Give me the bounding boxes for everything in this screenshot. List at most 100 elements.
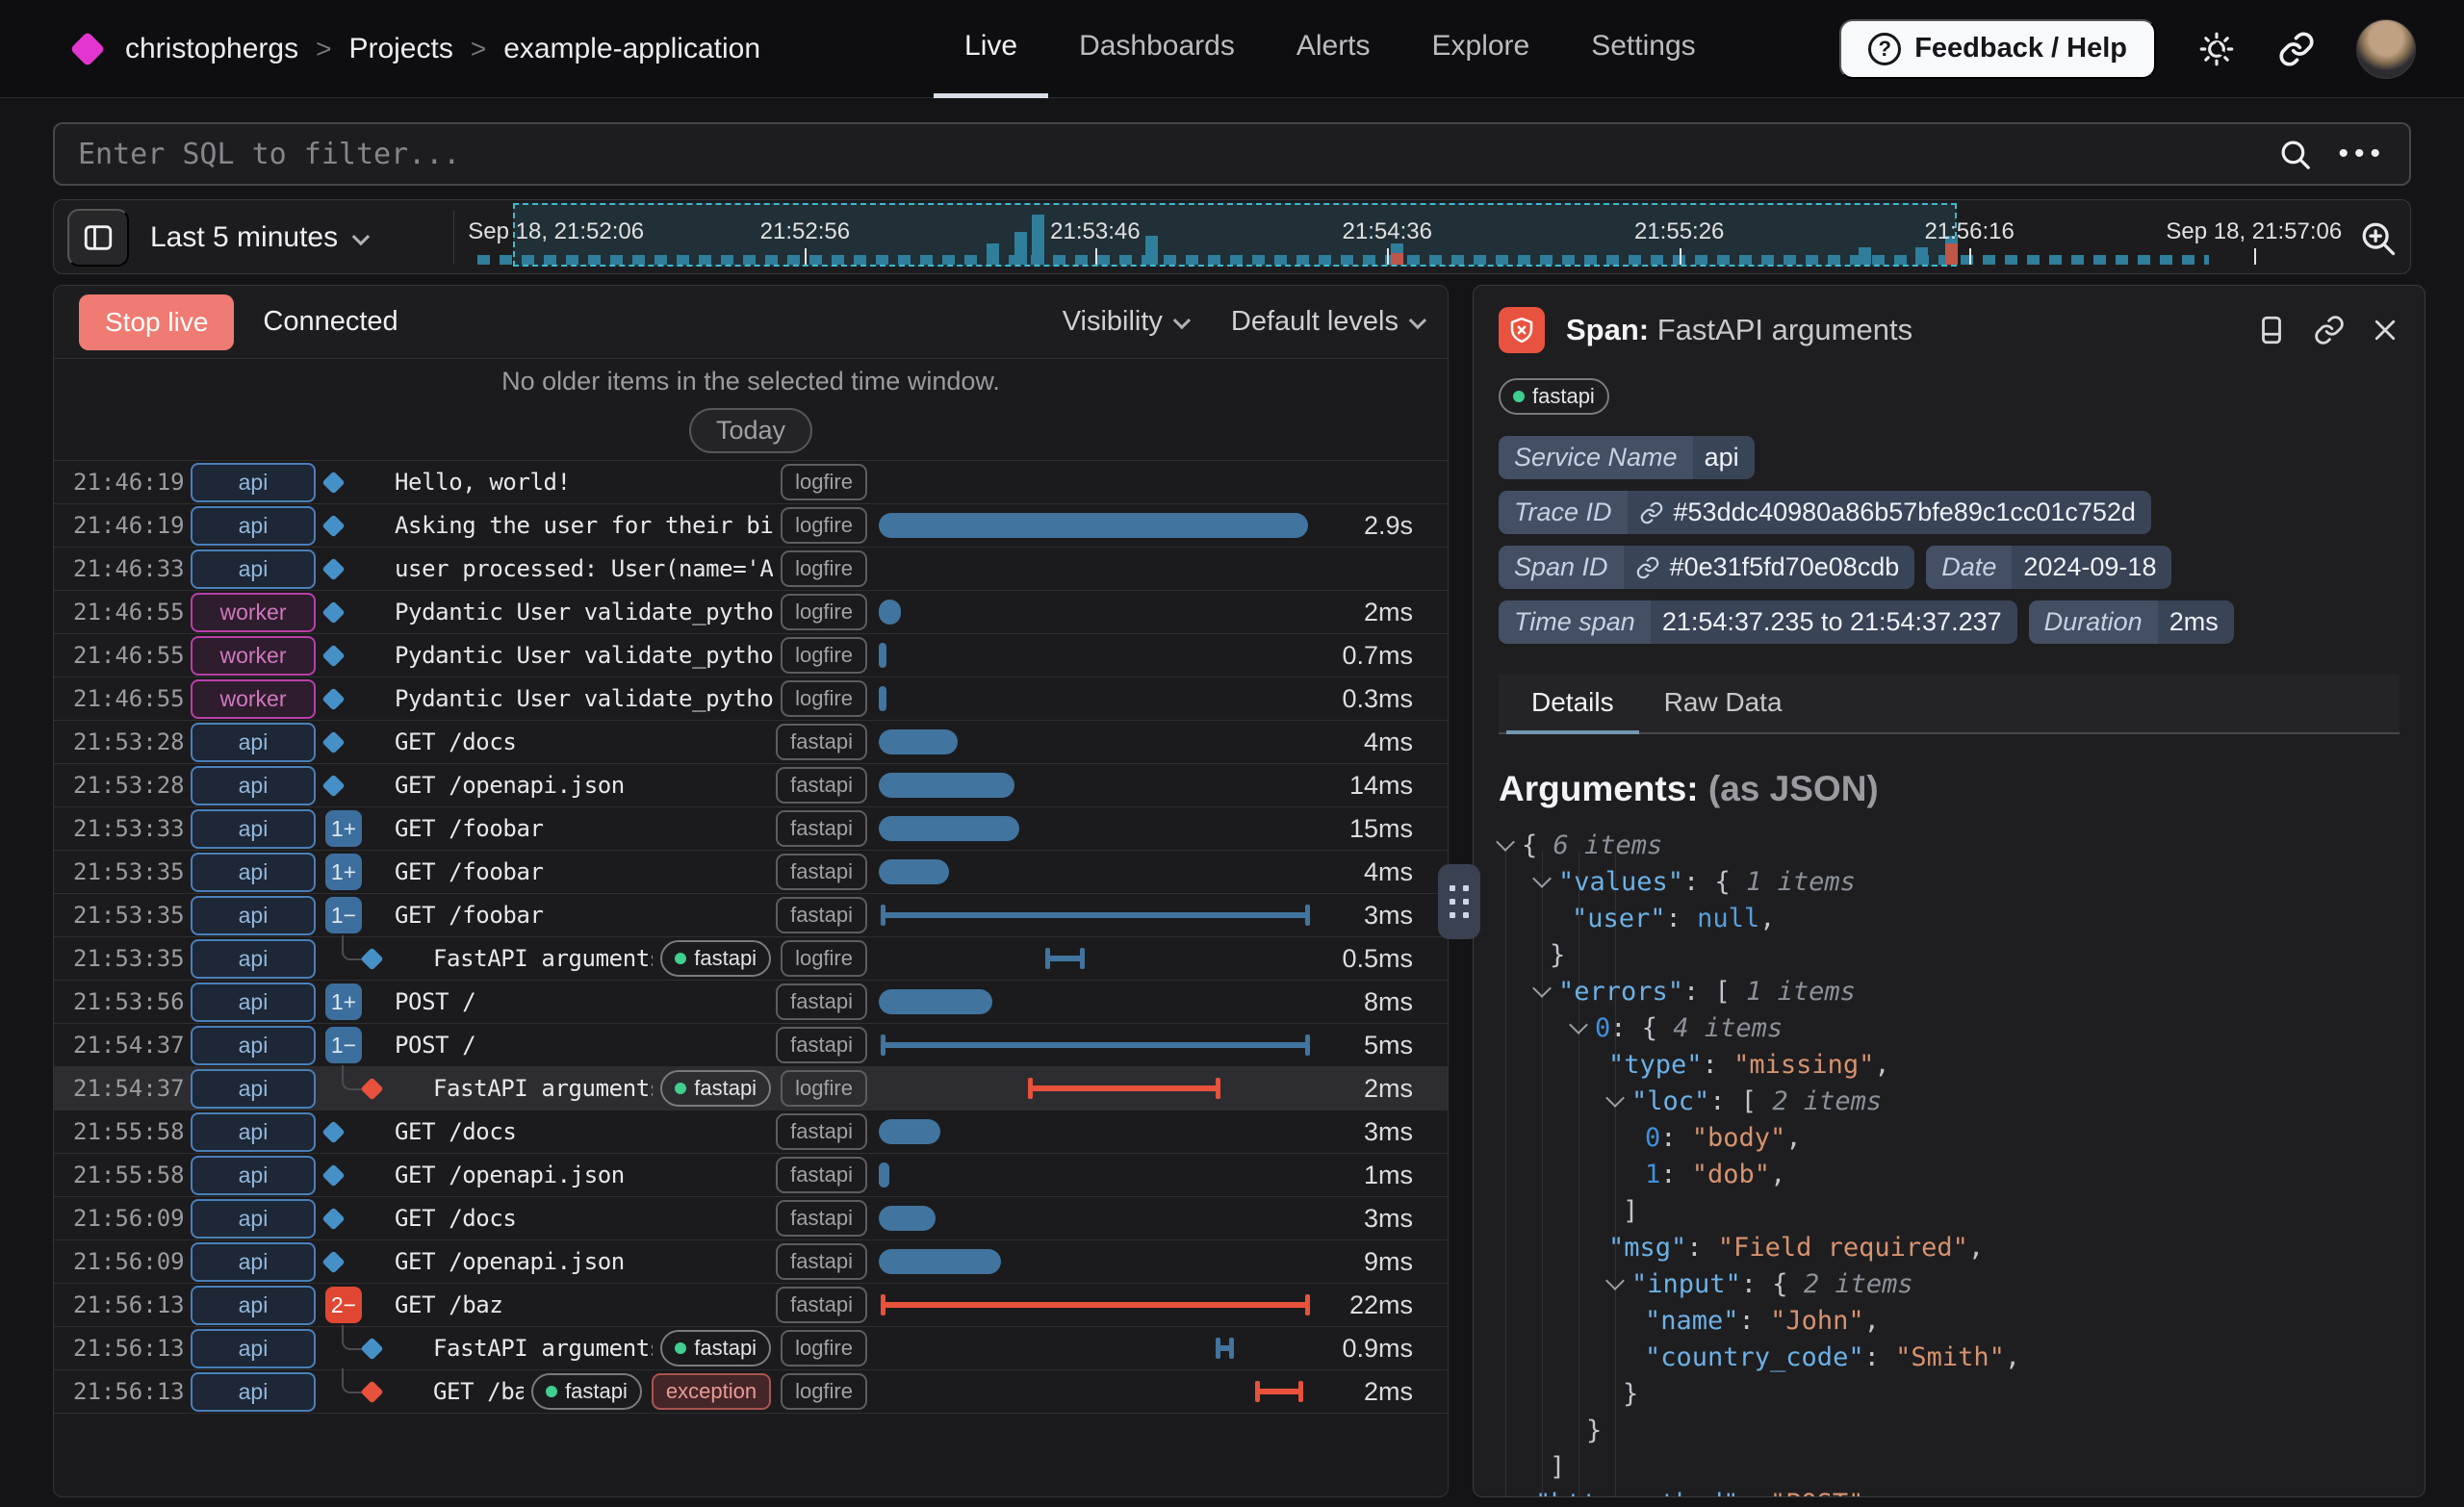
tag-pill-exception[interactable]: exception xyxy=(652,1373,771,1410)
service-badge-api[interactable]: api xyxy=(191,463,316,502)
json-line[interactable]: } xyxy=(1499,1412,2400,1448)
trace-row[interactable]: 21:54:37api1−POST /fastapi5ms xyxy=(54,1024,1448,1067)
service-badge-api[interactable]: api xyxy=(191,1199,316,1239)
json-line[interactable]: "country_code": "Smith", xyxy=(1499,1339,2400,1375)
json-line[interactable]: "errors": [ 1 items xyxy=(1499,973,2400,1009)
service-badge-api[interactable]: api xyxy=(191,983,316,1022)
chevron-down-icon[interactable] xyxy=(1496,832,1515,852)
trace-row[interactable]: 21:56:13api2−GET /bazfastapi22ms xyxy=(54,1284,1448,1327)
trace-row[interactable]: 21:56:13apiGET /baz (fofastapiexceptionl… xyxy=(54,1370,1448,1414)
time-range-dropdown[interactable]: Last 5 minutes xyxy=(150,200,366,275)
service-badge-worker[interactable]: worker xyxy=(191,679,316,719)
json-line[interactable]: } xyxy=(1499,1375,2400,1412)
trace-row[interactable]: 21:55:58apiGET /openapi.jsonfastapi1ms xyxy=(54,1154,1448,1197)
json-line[interactable]: "input": { 2 items xyxy=(1499,1265,2400,1302)
json-line[interactable]: 0: { 4 items xyxy=(1499,1009,2400,1046)
service-badge-api[interactable]: api xyxy=(191,809,316,849)
tag-pill-logfire[interactable]: logfire xyxy=(781,940,867,977)
json-line[interactable]: } xyxy=(1499,936,2400,973)
trace-row[interactable]: 21:53:28apiGET /docsfastapi4ms xyxy=(54,721,1448,764)
service-badge-api[interactable]: api xyxy=(191,506,316,546)
tag-pill-logfire[interactable]: logfire xyxy=(781,1070,867,1107)
tab-raw-data[interactable]: Raw Data xyxy=(1639,675,1808,734)
tag-pill-fastapi[interactable]: fastapi xyxy=(776,810,867,847)
json-line[interactable]: 0: "body", xyxy=(1499,1119,2400,1156)
json-line[interactable]: "user": null, xyxy=(1499,900,2400,936)
metadata-chip-span-id[interactable]: Span ID#0e31f5fd70e08cdb xyxy=(1499,546,1914,589)
today-button[interactable]: Today xyxy=(689,408,812,453)
service-badge-api[interactable]: api xyxy=(191,549,316,589)
panel-resize-handle[interactable] xyxy=(1438,864,1480,939)
chevron-down-icon[interactable] xyxy=(1532,869,1552,888)
tag-pill-fastapi[interactable]: fastapi xyxy=(776,767,867,804)
chevron-down-icon[interactable] xyxy=(1605,1088,1625,1108)
tag-pill-fastapi[interactable]: fastapi xyxy=(660,940,771,977)
tag-pill-fastapi[interactable]: fastapi xyxy=(776,983,867,1020)
json-line[interactable]: 1: "dob", xyxy=(1499,1156,2400,1192)
service-badge-worker[interactable]: worker xyxy=(191,593,316,632)
expand-toggle[interactable]: 1+ xyxy=(325,983,362,1020)
trace-row[interactable]: 21:46:55workerPydantic User validate_pyt… xyxy=(54,634,1448,677)
default-levels-dropdown[interactable]: Default levels xyxy=(1231,306,1423,338)
breadcrumb-item-1[interactable]: Projects xyxy=(348,33,452,65)
json-line[interactable]: ] xyxy=(1499,1448,2400,1485)
trace-row[interactable]: 21:46:19apiAsking the user for their bir… xyxy=(54,504,1448,548)
user-avatar[interactable] xyxy=(2356,19,2416,79)
service-badge-api[interactable]: api xyxy=(191,853,316,892)
tag-pill-logfire[interactable]: logfire xyxy=(781,550,867,587)
tab-settings[interactable]: Settings xyxy=(1560,0,1726,98)
json-line[interactable]: "name": "John", xyxy=(1499,1302,2400,1339)
trace-row[interactable]: 21:54:37apiFastAPI argumentsfastapilogfi… xyxy=(54,1067,1448,1111)
service-badge-api[interactable]: api xyxy=(191,939,316,979)
chevron-down-icon[interactable] xyxy=(1605,1271,1625,1290)
expand-toggle[interactable]: 2− xyxy=(325,1287,362,1323)
tag-pill-fastapi[interactable]: fastapi xyxy=(776,1200,867,1237)
tag-pill-fastapi[interactable]: fastapi xyxy=(776,724,867,760)
service-badge-api[interactable]: api xyxy=(191,1372,316,1412)
service-badge-api[interactable]: api xyxy=(191,766,316,805)
more-options-icon[interactable]: ••• xyxy=(2338,138,2386,170)
trace-row[interactable]: 21:55:58apiGET /docsfastapi3ms xyxy=(54,1111,1448,1154)
expand-toggle[interactable]: 1+ xyxy=(325,810,362,847)
chevron-down-icon[interactable] xyxy=(1532,979,1552,998)
tag-pill-fastapi[interactable]: fastapi xyxy=(660,1070,771,1107)
json-line[interactable]: "values": { 1 items xyxy=(1499,863,2400,900)
service-tag-pill[interactable]: fastapi xyxy=(1499,378,1609,415)
tag-pill-fastapi[interactable]: fastapi xyxy=(776,1243,867,1280)
zoom-in-icon[interactable] xyxy=(2356,217,2399,259)
trace-row[interactable]: 21:46:33apiuser processed: User(name='An… xyxy=(54,548,1448,591)
tag-pill-logfire[interactable]: logfire xyxy=(781,637,867,674)
trace-row[interactable]: 21:53:35api1+GET /foobarfastapi4ms xyxy=(54,851,1448,894)
tag-pill-logfire[interactable]: logfire xyxy=(781,594,867,630)
tag-pill-fastapi[interactable]: fastapi xyxy=(776,1287,867,1323)
json-line[interactable]: "loc": [ 2 items xyxy=(1499,1083,2400,1119)
service-badge-api[interactable]: api xyxy=(191,1286,316,1325)
timeline-histogram[interactable]: 21:52:5621:53:4621:54:3621:55:2621:56:16… xyxy=(477,200,2349,275)
logfire-logo-icon[interactable] xyxy=(70,31,106,66)
service-badge-api[interactable]: api xyxy=(191,723,316,762)
chevron-down-icon[interactable] xyxy=(1569,1015,1588,1034)
json-line[interactable]: { 6 items xyxy=(1499,827,2400,863)
tag-pill-logfire[interactable]: logfire xyxy=(781,680,867,717)
tag-pill-logfire[interactable]: logfire xyxy=(781,1330,867,1367)
json-line[interactable]: ] xyxy=(1499,1192,2400,1229)
metadata-chip-trace-id[interactable]: Trace ID#53ddc40980a86b57bfe89c1cc01c752… xyxy=(1499,491,2151,534)
tag-pill-fastapi[interactable]: fastapi xyxy=(660,1330,771,1367)
service-badge-worker[interactable]: worker xyxy=(191,636,316,676)
json-line[interactable]: "http.method": "POST", xyxy=(1499,1485,2400,1497)
tag-pill-logfire[interactable]: logfire xyxy=(781,507,867,544)
service-badge-api[interactable]: api xyxy=(191,1069,316,1109)
copy-link-icon[interactable] xyxy=(2313,314,2346,346)
expand-toggle[interactable]: 1− xyxy=(325,897,362,933)
trace-row[interactable]: 21:46:55workerPydantic User validate_pyt… xyxy=(54,677,1448,721)
tab-dashboards[interactable]: Dashboards xyxy=(1048,0,1266,98)
trace-row[interactable]: 21:53:35api1−GET /foobarfastapi3ms xyxy=(54,894,1448,937)
service-badge-api[interactable]: api xyxy=(191,1329,316,1368)
trace-row[interactable]: 21:46:55workerPydantic User validate_pyt… xyxy=(54,591,1448,634)
trace-row[interactable]: 21:46:19apiHello, world!logfire xyxy=(54,461,1448,504)
tab-live[interactable]: Live xyxy=(934,0,1048,98)
trace-row[interactable]: 21:53:28apiGET /openapi.jsonfastapi14ms xyxy=(54,764,1448,807)
service-badge-api[interactable]: api xyxy=(191,1112,316,1152)
service-badge-api[interactable]: api xyxy=(191,1242,316,1282)
json-line[interactable]: "type": "missing", xyxy=(1499,1046,2400,1083)
